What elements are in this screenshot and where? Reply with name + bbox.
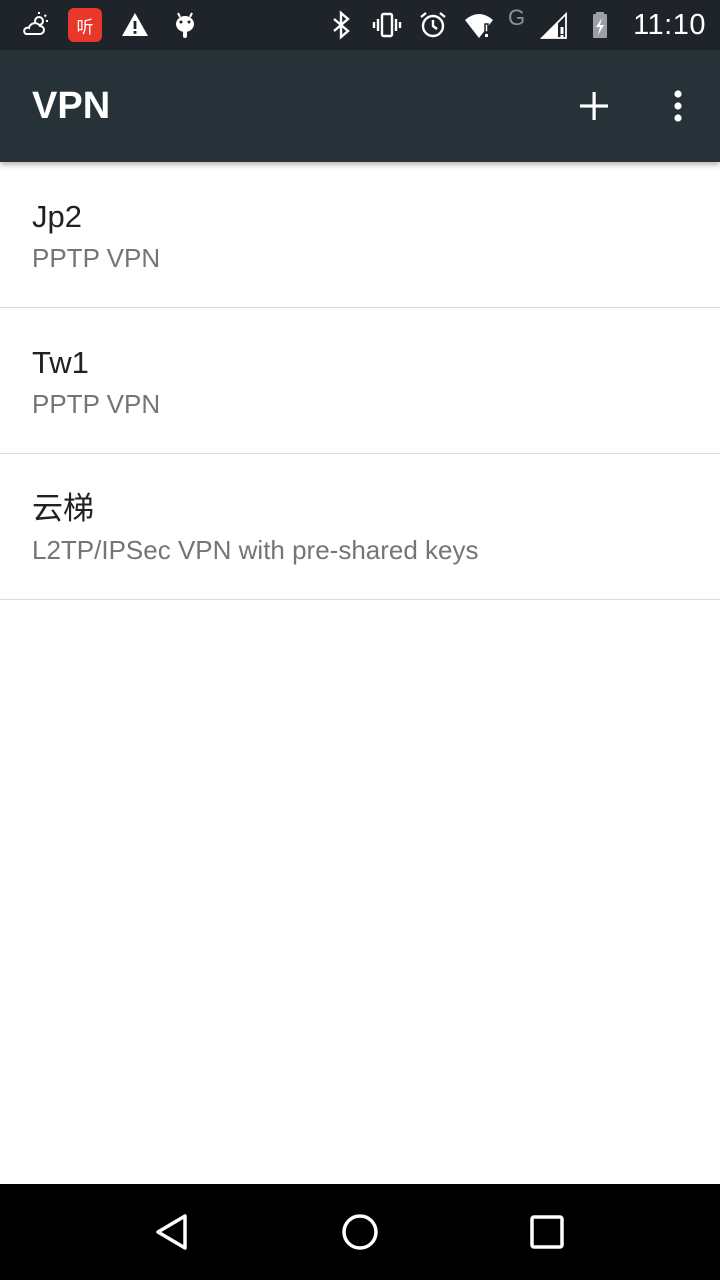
warning-icon [118,8,152,42]
status-right-icons: G 11:10 [324,5,706,42]
page-title: VPN [32,84,111,127]
more-options-button[interactable] [636,50,720,162]
add-vpn-button[interactable] [552,50,636,162]
vpn-name: Tw1 [32,345,89,380]
status-bar: 听 G 11:10 [0,0,720,50]
status-clock: 11:10 [633,8,706,41]
weather-icon [18,8,52,42]
vpn-list-item[interactable]: 云梯 L2TP/IPSec VPN with pre-shared keys [0,454,720,600]
bluetooth-icon [324,8,358,42]
app-bar-actions [552,50,720,162]
app-bar: VPN [0,50,720,162]
vpn-type: L2TP/IPSec VPN with pre-shared keys [32,535,479,565]
vpn-name: Jp2 [32,199,82,234]
battery-charging-icon [583,8,617,42]
ting-app-icon: 听 [68,8,102,42]
vpn-list: Jp2 PPTP VPN Tw1 PPTP VPN 云梯 L2TP/IPSec … [0,162,720,600]
status-left-icons: 听 [18,8,202,42]
home-icon [342,1214,378,1250]
vpn-type: PPTP VPN [32,389,161,419]
alarm-icon [416,8,450,42]
back-button[interactable] [123,1184,223,1280]
vibrate-icon [370,8,404,42]
android-icon [168,8,202,42]
navigation-bar [0,1184,720,1280]
more-vert-icon [674,90,682,122]
vpn-type: PPTP VPN [32,243,161,273]
home-button[interactable] [310,1184,410,1280]
wifi-icon [462,8,496,42]
add-icon [580,92,608,120]
vpn-list-item[interactable]: Tw1 PPTP VPN [0,308,720,454]
recents-button[interactable] [497,1184,597,1280]
vpn-name: 云梯 [32,491,94,527]
recents-icon [529,1215,564,1249]
cell-signal-icon [537,8,571,42]
back-icon [156,1214,188,1250]
vpn-list-item[interactable]: Jp2 PPTP VPN [0,162,720,308]
network-type-label: G [507,5,526,30]
